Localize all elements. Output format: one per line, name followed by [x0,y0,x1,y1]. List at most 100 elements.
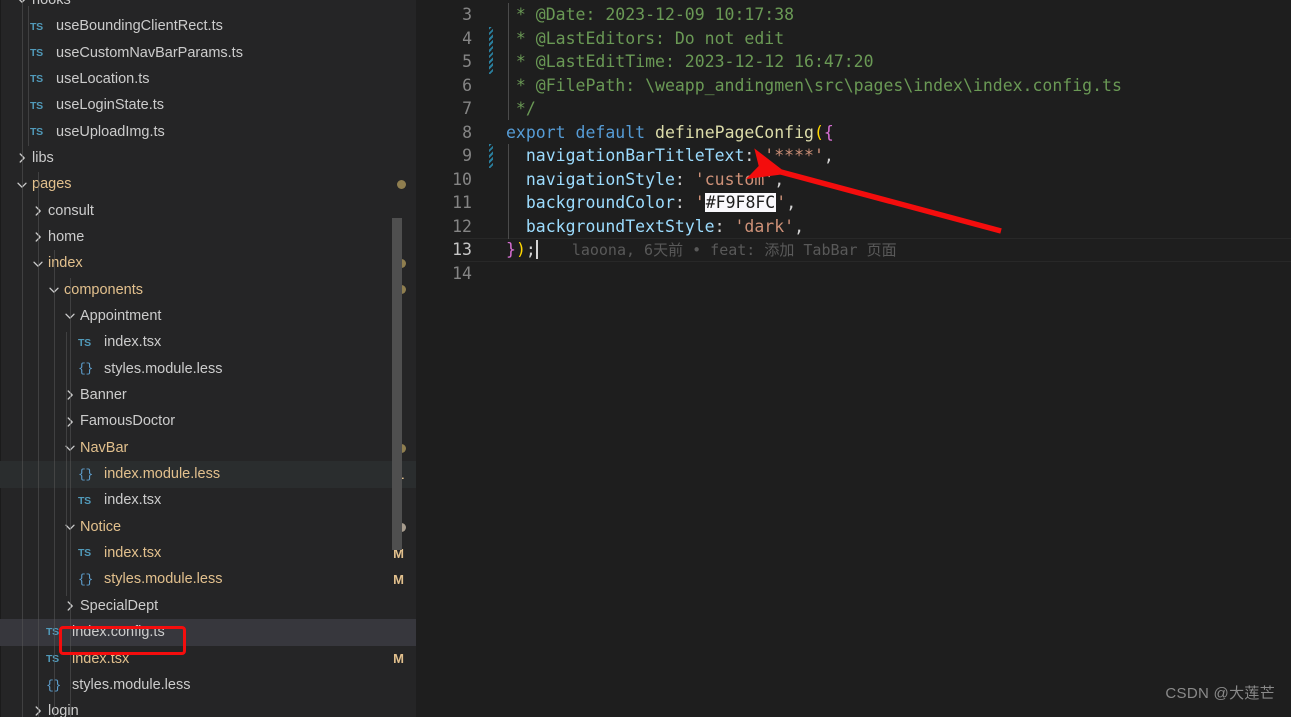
tree-folder-notice[interactable]: Notice [0,514,430,540]
gutter-spacer [486,168,498,192]
tree-file-index.tsx[interactable]: TS index.tsx [0,329,430,355]
code-line[interactable]: 10 navigationStyle: 'custom', [430,168,1291,192]
file-tree[interactable]: hooks TS useBoundingClientRect.ts TS useCust… [0,0,430,717]
code-token: } [506,240,516,259]
tree-file-styles.module.less[interactable]: {} styles.module.less M [0,567,430,593]
code-line[interactable]: 9 navigationBarTitleText: '****', [430,144,1291,168]
line-number: 6 [462,75,472,95]
tree-folder-famousdoctor[interactable]: FamousDoctor [0,409,430,435]
tree-folder-appointment[interactable]: Appointment [0,303,430,329]
line-number: 11 [452,193,472,212]
code-token: backgroundTextStyle [525,216,715,236]
chevron-right-icon[interactable] [30,703,46,717]
code-line[interactable]: 8 export default definePageConfig({ [430,121,1291,145]
tree-folder-pages[interactable]: pages [0,171,430,197]
chevron-right-icon[interactable] [14,150,30,166]
tree-file-styles.module.less[interactable]: {} styles.module.less [0,356,430,382]
tree-file-useboundingclientrect.ts[interactable]: TS useBoundingClientRect.ts [0,13,430,39]
line-number: 14 [452,263,472,283]
tree-folder-consult[interactable]: consult [0,198,430,224]
code-token: default [575,122,646,142]
file-explorer-sidebar[interactable]: hooks TS useBoundingClientRect.ts TS useCust… [0,0,430,717]
chevron-right-icon[interactable] [30,203,46,219]
sidebar-scrollbar-thumb[interactable] [392,218,402,550]
code-line[interactable]: 4 * @LastEditors: Do not edit [430,26,1291,51]
code-text[interactable]: * @LastEditors: Do not edit [498,27,1291,51]
code-text[interactable]: backgroundColor: '#F9F8FC', [498,191,1291,215]
tree-file-index.tsx[interactable]: TS index.tsx M [0,540,430,566]
code-token: , [786,193,797,212]
tree-item-label: SpecialDept [80,597,159,614]
tree-folder-hooks[interactable]: hooks [0,0,430,13]
code-line[interactable]: 7 */ [430,97,1291,121]
chevron-right-icon[interactable] [62,598,78,614]
code-line[interactable]: 6 * @FilePath: \weapp_andingmen\src\page… [430,74,1291,98]
code-token: * @Date: 2023-12-09 10:17:38 [506,5,795,24]
tree-item-label: pages [32,176,72,193]
tree-folder-components[interactable]: components [0,277,430,303]
code-text[interactable]: * @LastEditTime: 2023-12-12 16:47:20 [498,50,1291,74]
code-text[interactable]: */ [498,97,1291,121]
tree-file-styles.module.less[interactable]: {} styles.module.less [0,672,430,698]
tree-item-label: useLoginState.ts [56,97,165,114]
tree-item-label: useLocation.ts [56,70,150,87]
tree-file-useloginstate.ts[interactable]: TS useLoginState.ts [0,92,430,118]
code-token: , [794,216,805,236]
tree-file-usecustomnavbarparams.ts[interactable]: TS useCustomNavBarParams.ts [0,40,430,66]
code-text[interactable]: * @FilePath: \weapp_andingmen\src\pages\… [498,74,1291,98]
code-token: navigationStyle [525,169,675,189]
code-text[interactable]: navigationBarTitleText: '****', [498,144,1291,168]
color-value-swatch: #F9F8FC [704,193,777,212]
tree-file-index.module.less[interactable]: {}index.module.less1 [0,461,430,488]
tree-folder-navbar[interactable]: NavBar [0,435,430,461]
code-text[interactable]: navigationStyle: 'custom', [498,168,1291,192]
code-token: : [674,169,685,189]
chevron-down-icon[interactable] [30,256,46,272]
code-line[interactable]: 3 * @Date: 2023-12-09 10:17:38 [430,3,1291,27]
code-editor[interactable]: 3 * @Date: 2023-12-09 10:17:38 4 * @LastE… [430,0,1291,717]
code-text[interactable]: * @Date: 2023-12-09 10:17:38 [498,3,1291,27]
gutter-spacer [486,121,498,145]
code-line[interactable]: 12 backgroundTextStyle: 'dark', [430,215,1291,239]
chevron-right-icon[interactable] [62,387,78,403]
code-lines[interactable]: 3 * @Date: 2023-12-09 10:17:38 4 * @LastE… [430,0,1291,717]
chevron-down-icon[interactable] [14,0,30,8]
code-line[interactable]: 5 * @LastEditTime: 2023-12-12 16:47:20 [430,50,1291,74]
code-line[interactable]: 13}); laoona, 6天前 • feat: 添加 TabBar 页面 [430,238,1291,262]
chevron-down-icon[interactable] [62,519,78,535]
tree-file-useuploadimg.ts[interactable]: TS useUploadImg.ts [0,119,430,145]
code-line[interactable]: 11 backgroundColor: '#F9F8FC', [430,191,1291,215]
ts-file-icon: TS [78,547,91,560]
line-number: 5 [462,52,472,71]
chevron-right-icon[interactable] [62,414,78,430]
code-text[interactable]: export default definePageConfig({ [498,121,1291,145]
ts-file-icon: TS [30,125,43,138]
tree-file-index.tsx[interactable]: TS index.tsx [0,488,430,514]
chevron-down-icon[interactable] [46,282,62,298]
code-token: * @LastEditTime: 2023-12-12 16:47:20 [506,52,874,71]
tree-folder-specialdept[interactable]: SpecialDept [0,593,430,619]
code-text[interactable] [498,262,1291,286]
gutter-spacer [486,3,498,27]
chevron-down-icon[interactable] [14,177,30,193]
less-file-icon: {} [78,466,94,482]
tree-item-label: home [48,229,85,246]
tree-folder-login[interactable]: login [0,698,430,717]
ts-file-icon: TS [30,99,43,112]
tree-item-label: hooks [32,0,71,7]
tree-folder-index[interactable]: index [0,250,430,276]
code-text[interactable]: }); laoona, 6天前 • feat: 添加 TabBar 页面 [498,238,1291,262]
chevron-down-icon[interactable] [62,440,78,456]
tree-file-uselocation.ts[interactable]: TS useLocation.ts [0,66,430,92]
tree-folder-home[interactable]: home [0,224,430,250]
git-change-marker-icon [486,26,498,51]
code-text[interactable]: backgroundTextStyle: 'dark', [498,215,1291,239]
sidebar-scrollbar-track[interactable] [392,0,416,717]
chevron-down-icon[interactable] [62,308,78,324]
tree-folder-libs[interactable]: libs [0,145,430,171]
chevron-right-icon[interactable] [30,229,46,245]
ts-file-icon: TS [30,20,43,33]
code-line[interactable]: 14 [430,262,1291,286]
tree-folder-banner[interactable]: Banner [0,382,430,408]
